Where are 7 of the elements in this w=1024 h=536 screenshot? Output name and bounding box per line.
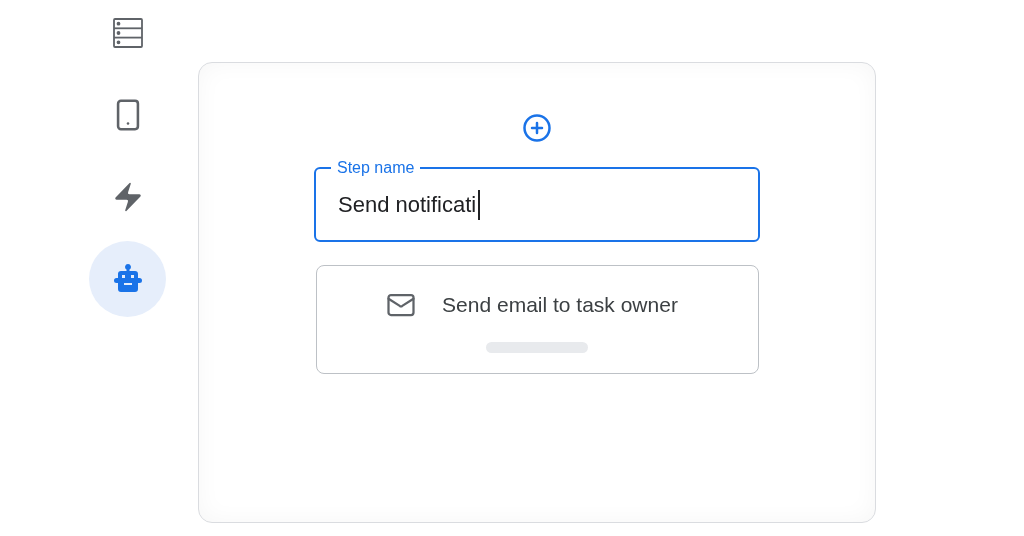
text-cursor: [478, 189, 481, 220]
add-icon[interactable]: [522, 113, 552, 143]
field-label: Step name: [331, 158, 421, 178]
field-value: Send notificati: [338, 191, 477, 218]
suggestion-text: Send email to task owner: [442, 293, 678, 317]
suggestion-card[interactable]: Send email to task owner: [315, 265, 759, 374]
server-icon: [110, 16, 145, 50]
